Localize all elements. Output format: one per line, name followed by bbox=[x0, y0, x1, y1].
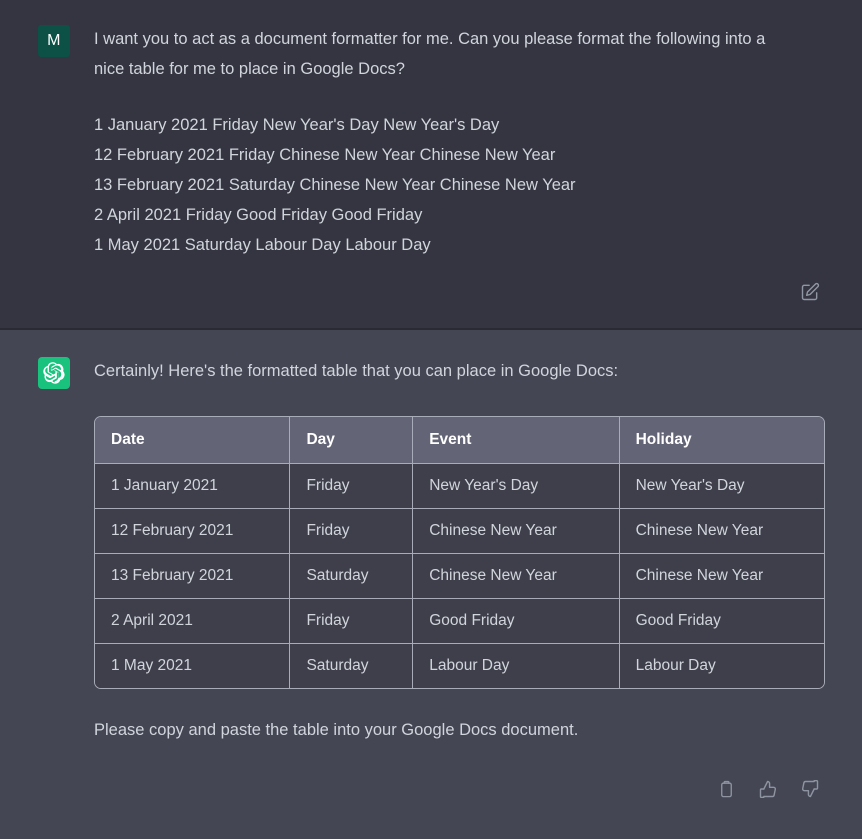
assistant-intro-text: Certainly! Here's the formatted table th… bbox=[94, 362, 619, 381]
table-cell-date: 12 February 2021 bbox=[95, 509, 291, 555]
table-cell-day: Saturday bbox=[290, 644, 414, 689]
thumbs-up-icon bbox=[758, 779, 778, 799]
table-cell-event: Labour Day bbox=[413, 644, 620, 689]
user-input-line: 13 February 2021 Saturday Chinese New Ye… bbox=[94, 176, 576, 195]
assistant-avatar bbox=[38, 357, 70, 390]
table-row: 1 January 2021 Friday New Year's Day New… bbox=[95, 464, 824, 510]
table-cell-day: Saturday bbox=[290, 554, 414, 600]
openai-logo-icon bbox=[43, 362, 65, 384]
table-cell-event: New Year's Day bbox=[413, 464, 620, 510]
assistant-message-actions bbox=[94, 779, 830, 799]
table-cell-event: Good Friday bbox=[413, 599, 620, 645]
user-input-line: 12 February 2021 Friday Chinese New Year… bbox=[94, 146, 556, 165]
thumbs-down-icon bbox=[800, 779, 820, 799]
holiday-table: Date Day Event Holiday 1 January 2021 Fr… bbox=[94, 416, 825, 690]
user-input-line: 2 April 2021 Friday Good Friday Good Fri… bbox=[94, 206, 423, 225]
table-cell-event: Chinese New Year bbox=[413, 554, 620, 600]
table-cell-holiday: Labour Day bbox=[619, 644, 824, 689]
thumbs-down-button[interactable] bbox=[800, 779, 820, 799]
table-column-header-date: Date bbox=[95, 417, 291, 465]
table-cell-holiday: New Year's Day bbox=[619, 464, 824, 510]
table-row: 12 February 2021 Friday Chinese New Year… bbox=[95, 509, 824, 555]
assistant-message-content: Certainly! Here's the formatted table th… bbox=[70, 356, 836, 817]
user-input-lines: 1 January 2021 Friday New Year's Day New… bbox=[94, 110, 830, 260]
table-cell-event: Chinese New Year bbox=[413, 509, 620, 555]
table-cell-date: 1 January 2021 bbox=[95, 464, 291, 510]
assistant-outro-text: Please copy and paste the table into you… bbox=[94, 721, 579, 740]
user-avatar-initial: M bbox=[47, 32, 61, 49]
table-cell-holiday: Chinese New Year bbox=[619, 554, 824, 600]
table-cell-day: Friday bbox=[290, 599, 414, 645]
table-column-header-holiday: Holiday bbox=[619, 417, 824, 465]
user-avatar: M bbox=[38, 25, 70, 57]
table-header-row: Date Day Event Holiday bbox=[95, 417, 824, 465]
table-column-header-event: Event bbox=[413, 417, 620, 465]
copy-button[interactable] bbox=[717, 780, 736, 799]
table-cell-holiday: Good Friday bbox=[619, 599, 824, 645]
table-row: 2 April 2021 Friday Good Friday Good Fri… bbox=[95, 599, 824, 645]
assistant-message-block: Certainly! Here's the formatted table th… bbox=[0, 330, 862, 839]
table-cell-day: Friday bbox=[290, 464, 414, 510]
formatted-table-container: Date Day Event Holiday 1 January 2021 Fr… bbox=[94, 416, 830, 690]
table-row: 1 May 2021 Saturday Labour Day Labour Da… bbox=[95, 644, 824, 689]
thumbs-up-button[interactable] bbox=[758, 779, 778, 799]
user-message-actions bbox=[94, 282, 830, 302]
table-cell-holiday: Chinese New Year bbox=[619, 509, 824, 555]
user-message-content: I want you to act as a document formatte… bbox=[70, 24, 836, 302]
edit-message-button[interactable] bbox=[800, 282, 820, 302]
table-body: 1 January 2021 Friday New Year's Day New… bbox=[95, 464, 824, 689]
copy-icon bbox=[717, 780, 736, 799]
user-message-block: M I want you to act as a document format… bbox=[0, 0, 862, 331]
table-cell-day: Friday bbox=[290, 509, 414, 555]
table-row: 13 February 2021 Saturday Chinese New Ye… bbox=[95, 554, 824, 600]
user-prompt-text: I want you to act as a document formatte… bbox=[94, 30, 766, 79]
edit-pencil-square-icon bbox=[800, 282, 820, 302]
table-column-header-day: Day bbox=[290, 417, 414, 465]
user-input-line: 1 January 2021 Friday New Year's Day New… bbox=[94, 116, 500, 135]
user-input-line: 1 May 2021 Saturday Labour Day Labour Da… bbox=[94, 236, 431, 255]
table-cell-date: 1 May 2021 bbox=[95, 644, 291, 689]
chat-conversation: M I want you to act as a document format… bbox=[0, 0, 862, 839]
table-cell-date: 2 April 2021 bbox=[95, 599, 291, 645]
table-header: Date Day Event Holiday bbox=[95, 417, 824, 465]
table-cell-date: 13 February 2021 bbox=[95, 554, 291, 600]
